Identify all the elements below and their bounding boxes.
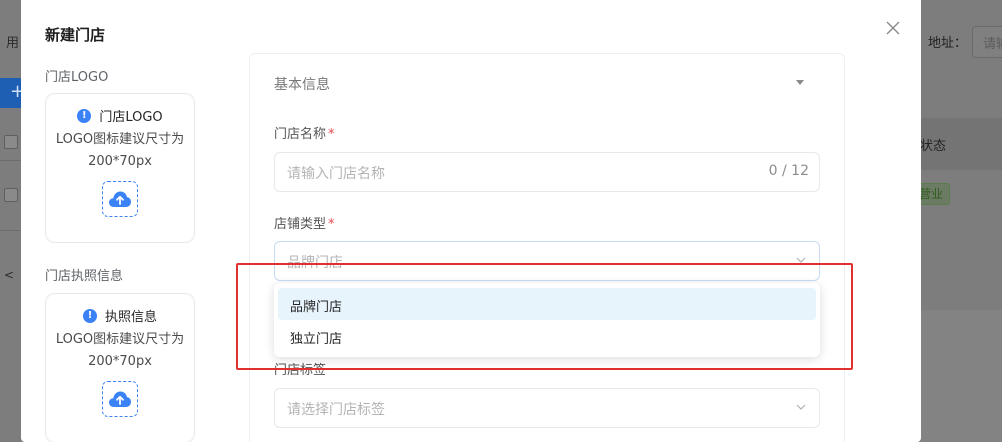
license-section-label: 门店执照信息 — [45, 269, 124, 284]
dialog-title: 新建门店 — [45, 26, 106, 44]
info-icon: ! — [77, 108, 92, 123]
license-card-title: 执照信息 — [104, 310, 157, 325]
logo-upload-button[interactable] — [102, 181, 138, 217]
store-name-label-text: 门店名称 — [274, 127, 327, 142]
store-tag-placeholder: 请选择门店标签 — [287, 402, 385, 418]
store-name-label: 门店名称 * — [274, 123, 335, 142]
store-type-select[interactable]: 品牌门店 — [274, 241, 820, 281]
status-header-text: 状态 — [920, 139, 947, 154]
store-tag-label: 门店标签 — [274, 363, 327, 378]
cloud-upload-icon — [109, 391, 131, 407]
license-upload-card: ! 执照信息 LOGO图标建议尺寸为200*70px — [45, 293, 195, 442]
address-label: 地址： — [928, 36, 968, 51]
chevron-down-icon — [796, 257, 806, 263]
logo-size-hint: LOGO图标建议尺寸为200*70px — [55, 132, 185, 169]
background-footer — [920, 310, 1002, 442]
pagination-prev[interactable]: < — [4, 268, 14, 282]
store-type-value: 品牌门店 — [287, 255, 343, 271]
basic-info-title: 基本信息 — [274, 77, 330, 93]
chevron-down-icon — [796, 404, 806, 410]
char-counter: 0 / 12 — [768, 163, 809, 179]
new-store-dialog: 新建门店 门店LOGO ! 门店LOGO LOGO图标建议尺寸为200*70px… — [21, 0, 921, 442]
logo-card-title: 门店LOGO — [99, 110, 163, 125]
logo-upload-card: ! 门店LOGO LOGO图标建议尺寸为200*70px — [45, 93, 195, 243]
cloud-upload-icon — [109, 191, 131, 207]
basic-info-panel: 基本信息 门店名称 * 请输入门店名称 0 / 12 店铺类型 * 品牌门店 门店标… — [249, 53, 845, 442]
store-tag-select[interactable]: 请选择门店标签 — [274, 388, 820, 428]
table-row-checkbox[interactable] — [4, 188, 18, 202]
logo-section-label: 门店LOGO — [45, 70, 109, 85]
close-icon[interactable] — [885, 20, 901, 36]
license-upload-button[interactable] — [102, 381, 138, 417]
address-input[interactable]: 请输 — [972, 26, 1002, 58]
store-type-label: 店铺类型 * — [274, 213, 335, 232]
background-label: 用 — [6, 36, 20, 51]
license-size-hint: LOGO图标建议尺寸为200*70px — [55, 332, 185, 369]
store-name-placeholder: 请输入门店名称 — [287, 166, 385, 182]
store-type-label-text: 店铺类型 — [274, 217, 327, 232]
dropdown-option-independent-store[interactable]: 独立门店 — [278, 320, 816, 352]
dropdown-option-brand-store[interactable]: 品牌门店 — [278, 288, 816, 320]
store-name-input[interactable]: 请输入门店名称 0 / 12 — [274, 152, 820, 192]
info-icon: ! — [82, 308, 97, 323]
status-column-header: 状态 — [920, 118, 1002, 170]
table-header-checkbox[interactable] — [4, 135, 18, 149]
required-mark: * — [328, 217, 335, 232]
store-type-dropdown: 品牌门店 独立门店 — [274, 283, 820, 357]
required-mark: * — [328, 127, 335, 142]
collapse-caret-icon[interactable] — [796, 80, 804, 85]
